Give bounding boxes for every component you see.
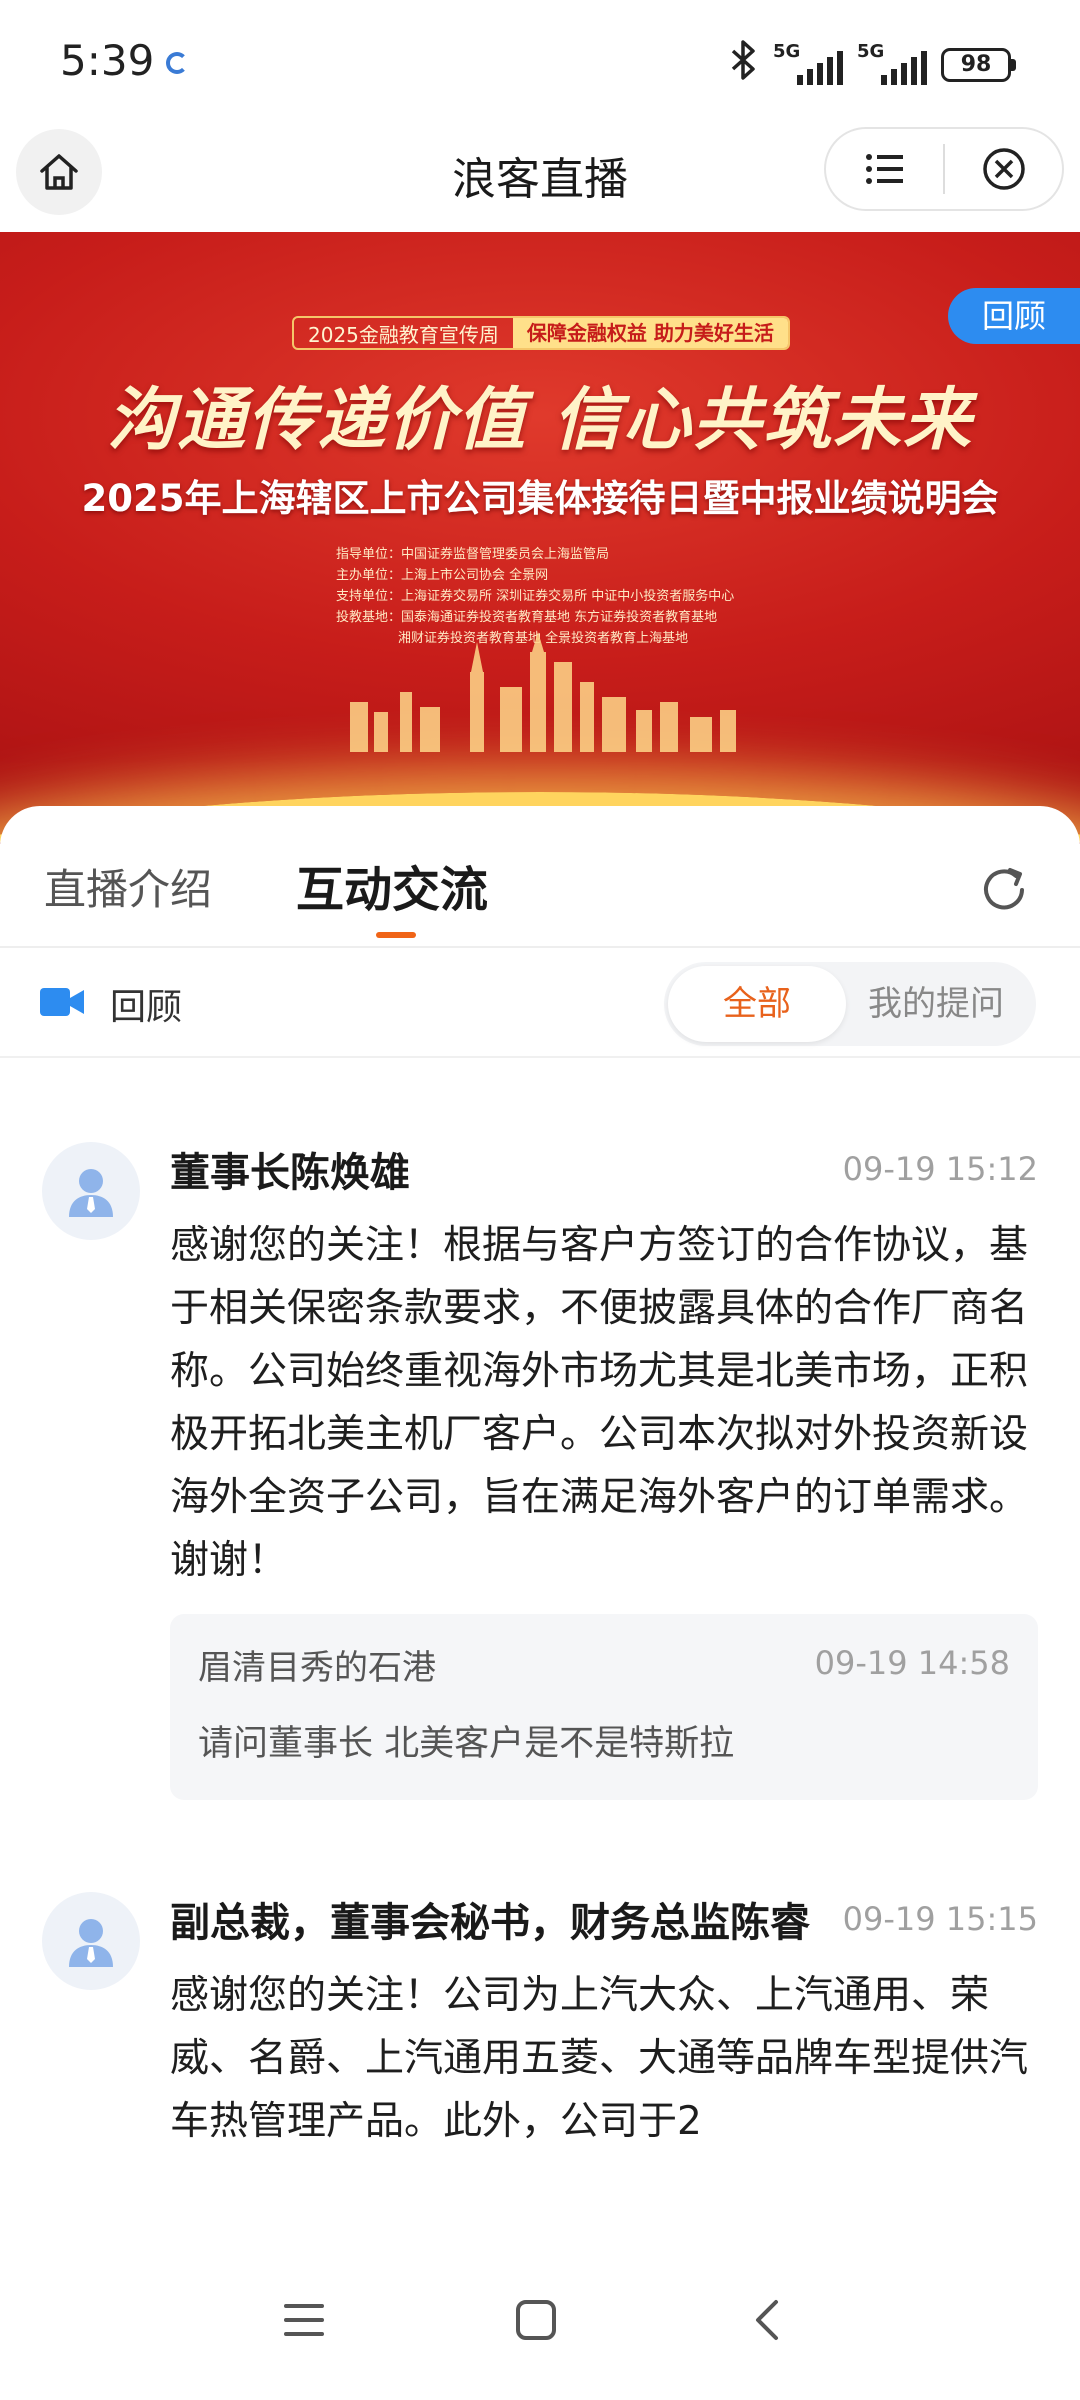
content-sheet: 直播介绍 互动交流 回顾 全部 我的提问 董事长陈焕雄 09-19 15:12 … bbox=[0, 806, 1080, 2246]
question-filter-toggle: 全部 我的提问 bbox=[664, 962, 1036, 1046]
menu-lines-icon bbox=[284, 2304, 324, 2336]
signal-icon-sim2: 5G bbox=[857, 41, 927, 85]
menu-button[interactable] bbox=[826, 129, 943, 209]
answer-post: 副总裁，董事会秘书，财务总监陈睿 09-19 15:15 感谢您的关注！公司为上… bbox=[0, 1892, 1080, 2153]
replay-badge[interactable]: 回顾 bbox=[948, 288, 1080, 344]
video-camera-icon bbox=[40, 988, 84, 1016]
answer-text: 感谢您的关注！公司为上汽大众、上汽通用、荣威、名爵、上汽通用五菱、大通等品牌车型… bbox=[170, 1973, 1029, 2144]
question-text: 请问董事长 北美客户是不是特斯拉 bbox=[198, 1724, 735, 1764]
refresh-button[interactable] bbox=[976, 862, 1032, 918]
list-menu-icon bbox=[865, 154, 903, 184]
signal-icon-sim1: 5G bbox=[773, 41, 843, 85]
status-time: 5:39 bbox=[60, 36, 155, 85]
system-nav-bar bbox=[0, 2240, 1080, 2400]
refresh-icon bbox=[984, 868, 1024, 910]
quoted-question[interactable]: 眉清目秀的石港 09-19 14:58 请问董事长 北美客户是不是特斯拉 bbox=[170, 1614, 1038, 1800]
filter-all-button[interactable]: 全部 bbox=[668, 966, 846, 1042]
battery-icon: 98 bbox=[941, 48, 1016, 82]
banner-slogan: 沟通传递价值 信心共筑未来 bbox=[107, 380, 973, 460]
square-home-icon bbox=[516, 2300, 556, 2340]
banner-headline: 2025年上海辖区上市公司集体接待日暨中报业绩说明会 bbox=[81, 477, 999, 520]
top-nav: 浪客直播 bbox=[0, 125, 1080, 230]
home-nav-button[interactable] bbox=[496, 2280, 576, 2360]
recent-apps-button[interactable] bbox=[264, 2280, 344, 2360]
user-avatar-icon bbox=[69, 1919, 113, 1967]
active-tab-indicator bbox=[376, 932, 416, 938]
back-chevron-icon bbox=[756, 2300, 778, 2340]
post-time: 09-19 15:15 bbox=[842, 1900, 1038, 1938]
status-bar: 5:39 5G 5G 98 bbox=[0, 0, 1080, 125]
tab-interaction[interactable]: 互动交流 bbox=[296, 850, 488, 920]
status-icons: 5G 5G 98 bbox=[729, 40, 1016, 90]
answer-post: 董事长陈焕雄 09-19 15:12 感谢您的关注！根据与客户方签订的合作协议，… bbox=[0, 1142, 1080, 1800]
post-time: 09-19 15:12 bbox=[842, 1150, 1038, 1188]
filter-my-questions-button[interactable]: 我的提问 bbox=[856, 962, 1016, 1046]
user-avatar-icon bbox=[69, 1169, 113, 1217]
avatar bbox=[42, 1142, 140, 1240]
answer-text: 感谢您的关注！根据与客户方签订的合作协议，基于相关保密条款要求，不便披露具体的合… bbox=[170, 1223, 1029, 1583]
close-button[interactable] bbox=[945, 129, 1062, 209]
battery-level: 98 bbox=[941, 48, 1011, 82]
question-time: 09-19 14:58 bbox=[814, 1644, 1010, 1682]
city-skyline-image bbox=[350, 632, 736, 752]
close-icon bbox=[982, 148, 1025, 190]
replay-label[interactable]: 回顾 bbox=[110, 978, 182, 1030]
live-banner[interactable]: 2025金融教育宣传周 保障金融权益 助力美好生活 沟通传递价值 信心共筑未来 … bbox=[0, 232, 1080, 844]
back-button[interactable] bbox=[728, 2280, 808, 2360]
tab-live-intro[interactable]: 直播介绍 bbox=[44, 856, 212, 917]
bluetooth-icon bbox=[729, 40, 759, 90]
tab-bar: 直播介绍 互动交流 bbox=[0, 806, 1080, 948]
notification-app-icon bbox=[166, 52, 188, 74]
mini-program-capsule bbox=[824, 127, 1064, 211]
avatar bbox=[42, 1892, 140, 1990]
banner-tagline: 2025金融教育宣传周 保障金融权益 助力美好生活 bbox=[292, 316, 790, 350]
filter-bar: 回顾 全部 我的提问 bbox=[0, 948, 1080, 1058]
